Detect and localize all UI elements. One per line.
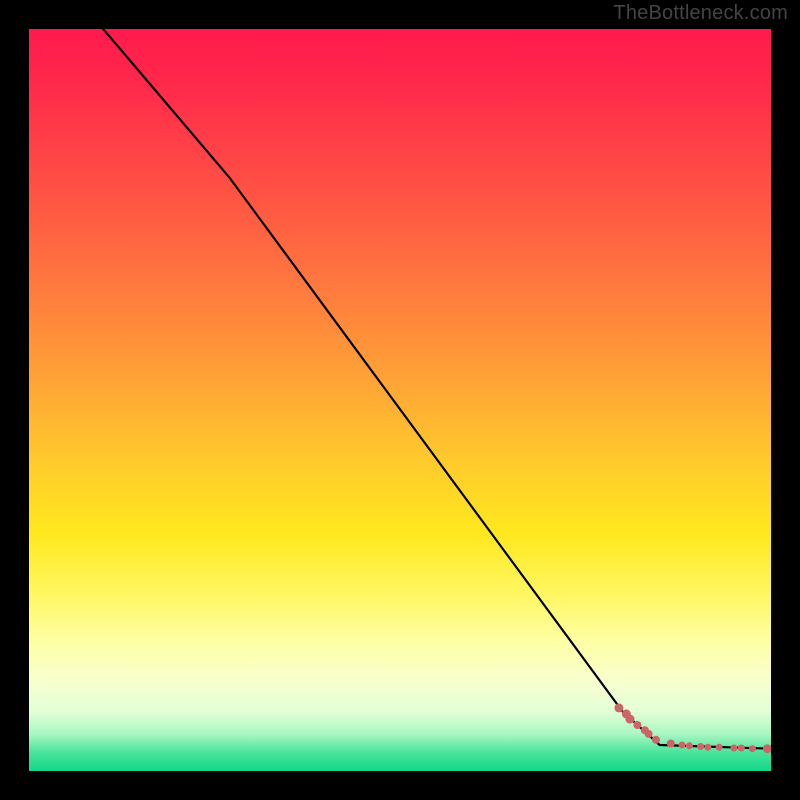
data-dot bbox=[763, 744, 771, 753]
data-dot bbox=[667, 740, 675, 748]
data-dot bbox=[645, 730, 653, 738]
data-dot bbox=[652, 736, 660, 744]
data-dot bbox=[749, 745, 756, 752]
data-dot bbox=[679, 742, 686, 749]
data-dot bbox=[716, 744, 723, 751]
data-dot bbox=[738, 745, 745, 752]
data-dot bbox=[686, 742, 693, 749]
data-dot bbox=[633, 721, 641, 729]
bottleneck-curve bbox=[103, 29, 771, 749]
watermark: TheBottleneck.com bbox=[613, 2, 788, 25]
plot-area bbox=[29, 29, 771, 771]
dot-cluster bbox=[614, 703, 771, 753]
data-dot bbox=[704, 744, 711, 751]
data-dot bbox=[626, 715, 635, 724]
data-dot bbox=[614, 703, 623, 712]
data-dot bbox=[697, 743, 704, 750]
plot-svg bbox=[29, 29, 771, 771]
data-dot bbox=[730, 745, 737, 752]
chart-frame: TheBottleneck.com bbox=[0, 0, 800, 800]
